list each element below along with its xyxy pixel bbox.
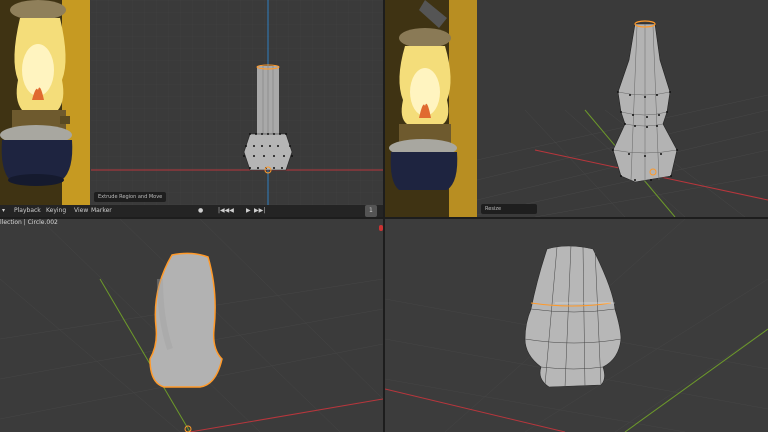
operator-panel-tr[interactable]: Resize [481,204,537,214]
marker-menu[interactable]: Marker [91,205,112,217]
viewport-top-left[interactable]: Extrude Region and Move [0,0,383,217]
operator-label: Extrude Region and Move [98,194,163,200]
perspective-view-canvas-bl[interactable] [0,219,383,432]
operator-panel-tl[interactable]: Extrude Region and Move [94,192,167,202]
viewport-bottom-left[interactable]: llection | Circle.002 [0,219,383,432]
keying-menu[interactable]: Keying [46,205,66,217]
viewport-top-right[interactable]: Resize [385,0,768,217]
view-menu[interactable]: View [74,205,88,217]
perspective-view-canvas-br[interactable] [385,219,768,432]
playback-menu[interactable]: Playback [14,205,41,217]
jump-end-icon[interactable]: ▶▶| [254,205,265,217]
jump-start-icon[interactable]: |◀◀◀ [218,205,234,217]
perspective-view-canvas-tr[interactable] [385,0,768,217]
collection-info: llection | Circle.002 [0,219,58,226]
frame-field[interactable]: 1 [365,205,377,217]
play-icon[interactable]: ▶ [246,205,251,217]
operator-label-resize: Resize [485,206,502,212]
keyframe-icon[interactable]: ● [198,205,203,217]
front-view-canvas[interactable] [0,0,383,205]
area-divider-vertical[interactable] [383,0,385,432]
area-divider-horizontal[interactable] [0,217,768,219]
viewport-bottom-right[interactable] [385,219,768,432]
timeline-bar[interactable]: ▾ Playback Keying View Marker ● |◀◀◀ ▶ ▶… [0,205,383,217]
transform-arrows-icon[interactable]: ▾ [2,205,5,217]
